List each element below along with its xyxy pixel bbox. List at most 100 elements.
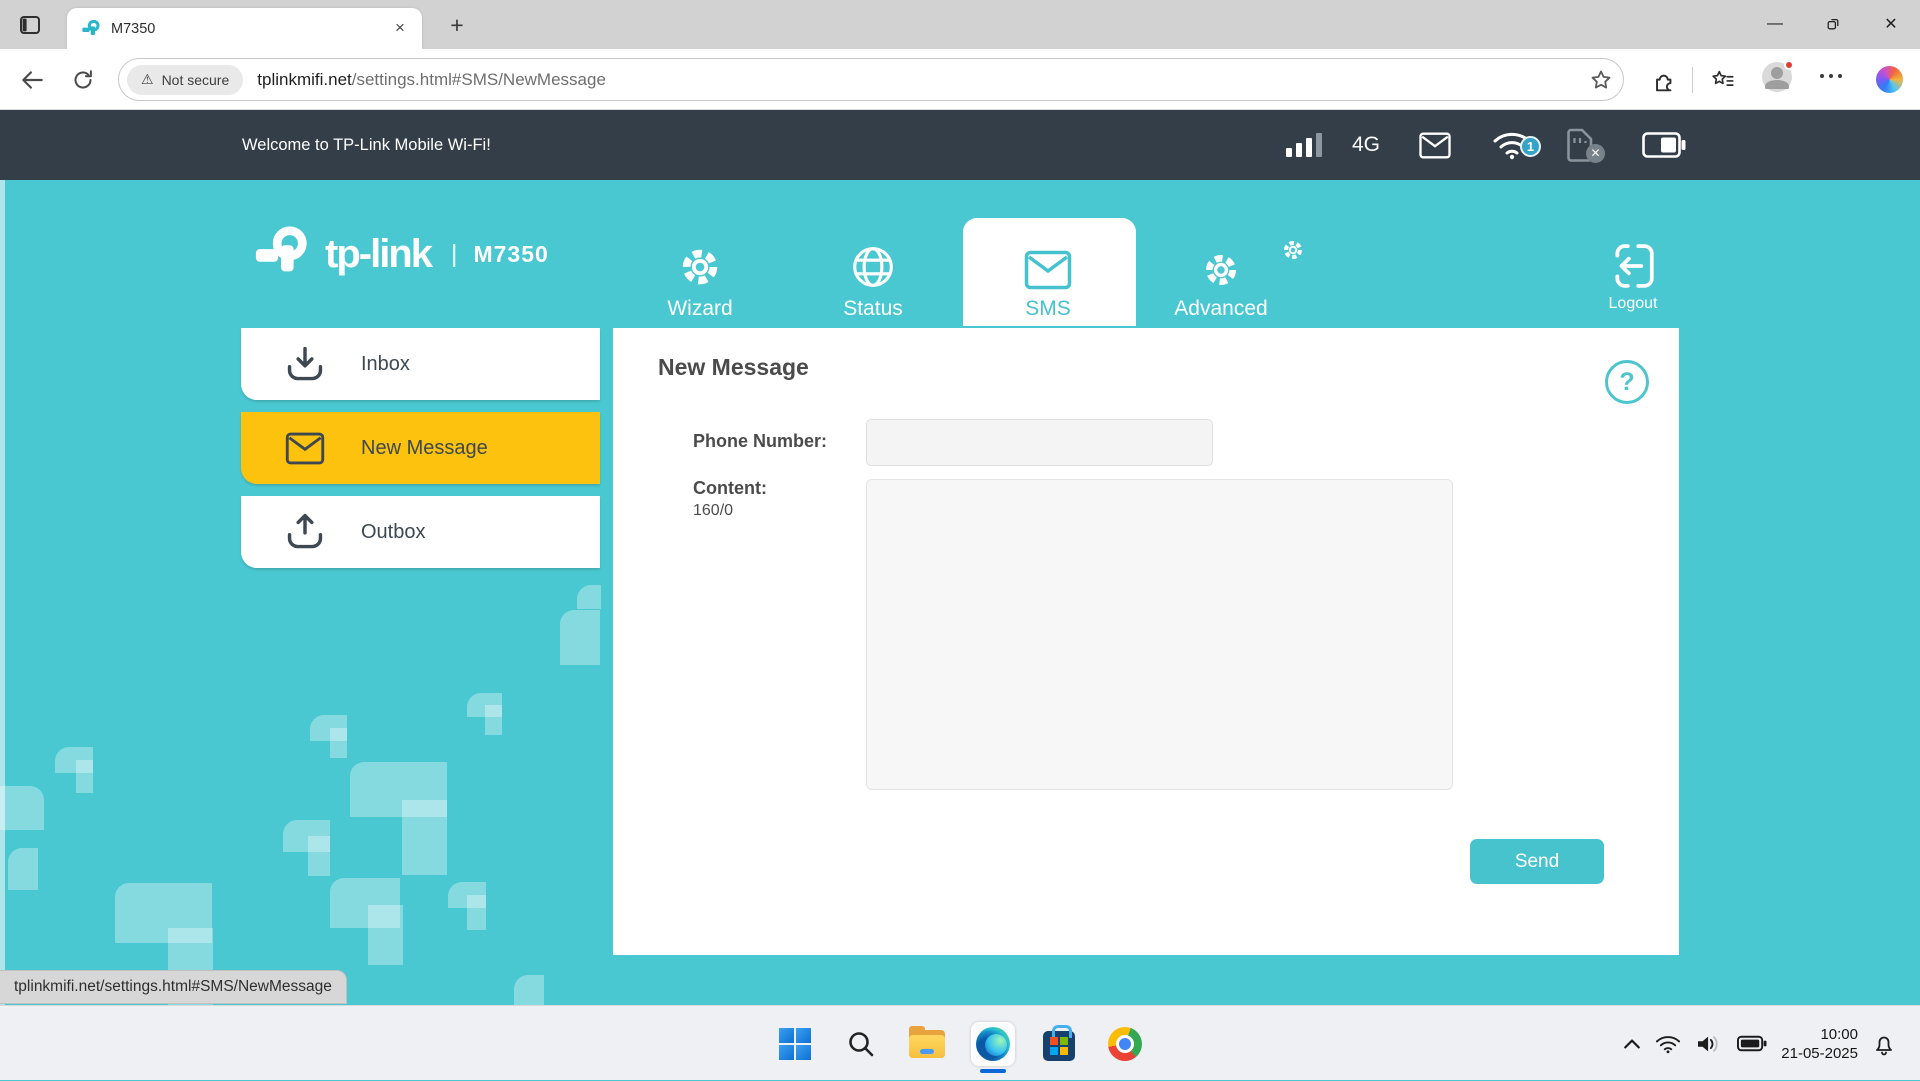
- sim-missing-badge: ✕: [1586, 144, 1605, 163]
- send-button[interactable]: Send: [1470, 839, 1604, 884]
- file-explorer-button[interactable]: [905, 1022, 949, 1066]
- double-gear-icon: [1151, 242, 1291, 290]
- tab-advanced-label: Advanced: [1151, 297, 1291, 321]
- chrome-button[interactable]: [1103, 1022, 1147, 1066]
- phone-number-label: Phone Number:: [693, 431, 827, 452]
- copilot-icon[interactable]: [1876, 66, 1903, 93]
- page-left-edge: [0, 180, 5, 1005]
- back-button[interactable]: [17, 65, 47, 95]
- decor-square: [514, 975, 544, 1005]
- globe-icon: [803, 242, 943, 290]
- tray-volume-icon[interactable]: [1695, 1033, 1723, 1055]
- sidebar-item-outbox[interactable]: Outbox: [241, 496, 600, 568]
- brand-divider: |: [451, 240, 458, 269]
- inbox-icon: [285, 344, 325, 384]
- decor-square: [402, 800, 447, 875]
- decor-square: [8, 848, 38, 890]
- new-message-panel: New Message ? Phone Number: Content: 160…: [613, 328, 1679, 955]
- vertical-tabs-button[interactable]: [14, 9, 46, 41]
- message-content-input[interactable]: [866, 479, 1453, 790]
- notification-bell-icon[interactable]: [1872, 1032, 1896, 1056]
- gear-icon: [630, 242, 770, 290]
- wifi-status-icon: 1: [1492, 110, 1544, 180]
- microsoft-store-icon: [1043, 1031, 1075, 1061]
- signal-strength-icon: [1286, 110, 1322, 180]
- back-arrow-icon: [19, 67, 45, 93]
- clock-time: 10:00: [1781, 1025, 1858, 1044]
- browser-tab-strip: M7350 × + — ✕: [0, 0, 1920, 49]
- refresh-button[interactable]: [68, 65, 98, 95]
- browser-menu-button[interactable]: [1820, 74, 1842, 78]
- welcome-text: Welcome to TP-Link Mobile Wi-Fi!: [242, 110, 491, 180]
- decor-square: [308, 836, 330, 876]
- decor-square: [467, 895, 486, 930]
- windows-taskbar: 10:00 21-05-2025: [0, 1005, 1920, 1080]
- start-button[interactable]: [773, 1022, 817, 1066]
- brand-wordmark: tp-link: [325, 232, 431, 277]
- tab-status[interactable]: Status: [803, 242, 943, 321]
- window-controls: — ✕: [1746, 0, 1920, 48]
- content-label: Content:: [693, 478, 767, 499]
- tab-status-label: Status: [803, 297, 943, 321]
- bookmark-star-button[interactable]: [1589, 68, 1613, 92]
- decor-square: [485, 705, 502, 735]
- new-tab-button[interactable]: +: [442, 11, 472, 41]
- profile-avatar[interactable]: [1762, 62, 1792, 92]
- logout-icon: [1577, 240, 1689, 290]
- taskbar-search-button[interactable]: [839, 1022, 883, 1066]
- outbox-icon: [285, 512, 325, 552]
- tab-title: M7350: [111, 21, 388, 37]
- tab-wizard-label: Wizard: [630, 297, 770, 321]
- tab-advanced[interactable]: Advanced: [1151, 242, 1291, 321]
- windows-logo-icon: [779, 1028, 811, 1060]
- tab-close-icon[interactable]: ×: [388, 17, 412, 41]
- tab-wizard[interactable]: Wizard: [630, 242, 770, 321]
- security-label: Not secure: [162, 72, 230, 88]
- microsoft-store-button[interactable]: [1037, 1022, 1081, 1066]
- brand-block: tp-link | M7350: [251, 216, 549, 292]
- envelope-icon: [978, 242, 1118, 290]
- logout-label: Logout: [1577, 295, 1689, 313]
- tplink-logo-icon: [251, 225, 313, 283]
- taskbar-center-icons: [773, 1022, 1147, 1066]
- refresh-icon: [71, 68, 95, 92]
- sidebar-item-inbox-label: Inbox: [361, 353, 410, 376]
- favorites-button[interactable]: [1708, 65, 1738, 95]
- logout-button[interactable]: Logout: [1577, 240, 1689, 313]
- site-security-chip[interactable]: ⚠ Not secure: [127, 65, 243, 95]
- browser-toolbar: ⚠ Not secure tplinkmifi.net/settings.htm…: [0, 49, 1920, 110]
- edge-button[interactable]: [971, 1022, 1015, 1066]
- phone-number-input[interactable]: [866, 419, 1213, 466]
- address-bar[interactable]: ⚠ Not secure tplinkmifi.net/settings.htm…: [118, 58, 1624, 101]
- extensions-button[interactable]: [1646, 65, 1676, 95]
- tray-battery-icon[interactable]: [1737, 1035, 1767, 1052]
- sidebar-item-new-message[interactable]: New Message: [241, 412, 600, 484]
- edge-active-indicator: [980, 1069, 1006, 1073]
- decor-square: [560, 610, 600, 665]
- profile-notification-dot: [1784, 60, 1794, 70]
- browser-tab[interactable]: M7350 ×: [67, 8, 422, 49]
- envelope-icon: [285, 432, 325, 465]
- chrome-icon: [1108, 1027, 1142, 1061]
- tplink-page-body: tp-link | M7350 Wizard Status SMS Advanc…: [0, 180, 1920, 1005]
- decor-square: [0, 786, 44, 830]
- help-button[interactable]: ?: [1605, 360, 1649, 404]
- restore-icon: [1825, 16, 1841, 32]
- help-icon: ?: [1619, 368, 1634, 396]
- sidebar-item-inbox[interactable]: Inbox: [241, 328, 600, 400]
- tplink-favicon: [81, 19, 101, 39]
- url-path: /settings.html#SMS/NewMessage: [352, 70, 606, 89]
- window-minimize-button[interactable]: —: [1746, 0, 1804, 48]
- device-status-header: Welcome to TP-Link Mobile Wi-Fi! 4G 1 ✕: [0, 110, 1920, 180]
- tray-chevron-icon[interactable]: [1623, 1038, 1641, 1050]
- sidebar-item-new-message-label: New Message: [361, 437, 488, 460]
- taskbar-clock[interactable]: 10:00 21-05-2025: [1781, 1025, 1858, 1063]
- window-close-button[interactable]: ✕: [1862, 0, 1920, 48]
- battery-status-icon: [1642, 110, 1686, 180]
- tray-wifi-icon[interactable]: [1655, 1034, 1681, 1054]
- decor-square: [368, 905, 403, 965]
- tab-sms[interactable]: SMS: [978, 242, 1118, 321]
- decor-square: [330, 728, 347, 758]
- edge-icon: [976, 1027, 1010, 1061]
- window-restore-button[interactable]: [1804, 0, 1862, 48]
